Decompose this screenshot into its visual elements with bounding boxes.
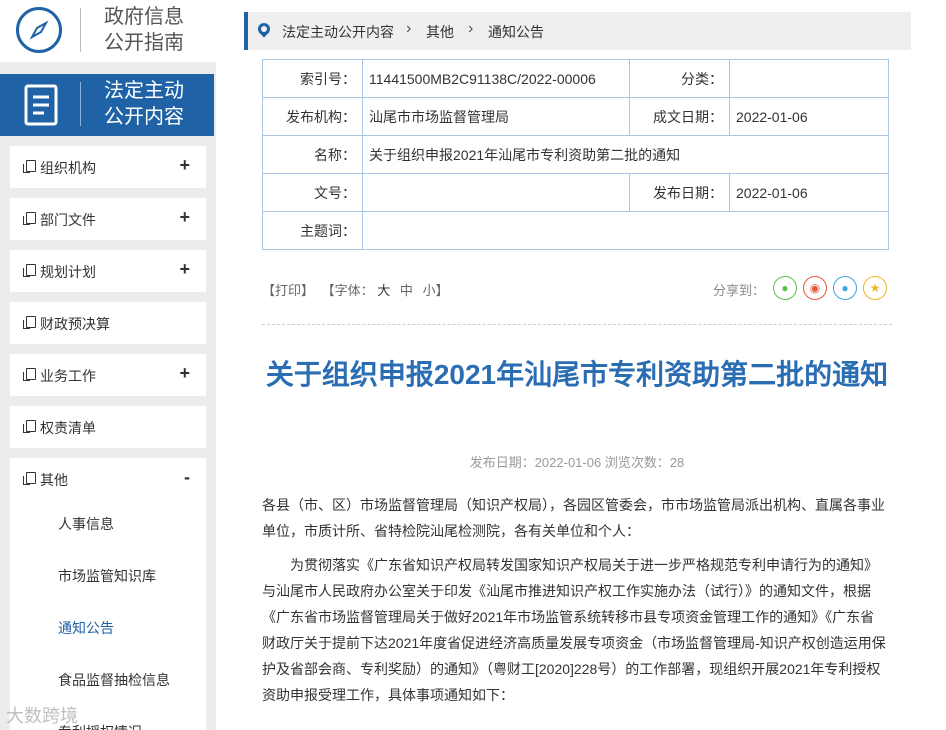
document-icon [24,84,58,126]
expand-icon[interactable]: + [179,155,190,176]
sidebar-item-business[interactable]: 业务工作 + [10,354,206,396]
divider [80,82,81,126]
article-paragraph: 为贯彻落实《广东省知识产权局转发国家知识产权局关于进一步严格规范专利申请行为的通… [262,557,886,703]
wechat-icon[interactable]: ● [773,276,797,300]
breadcrumb: 法定主动公开内容 › 其他 › 通知公告 [244,12,911,50]
chevron-right-icon: › [406,20,412,37]
meta-label: 发布日期： [629,173,730,212]
watermark: 大数跨境 [6,706,78,726]
sidebar-item-rights[interactable]: 权责清单 [10,406,206,448]
meta-label: 分类： [629,59,730,98]
sidebar-item-label: 其他 [40,472,68,488]
page-icon [23,212,36,225]
sidebar-item-label: 组织机构 [40,160,96,176]
guide-title-line1: 政府信息 [104,6,184,28]
article-title: 关于组织申报2021年汕尾市专利资助第二批的通知 [265,359,889,390]
font-size-label: 【字体： [321,283,374,298]
weibo-icon[interactable]: ◉ [803,276,827,300]
guide-title-line2: 公开指南 [104,32,184,54]
collapse-icon[interactable]: - [184,467,190,488]
guide-link[interactable]: 政府信息 公开指南 [0,0,216,62]
sidebar-item-plans[interactable]: 规划计划 + [10,250,206,292]
section-title-line1: 法定主动 [104,80,184,102]
meta-value [362,173,630,212]
meta-label: 发布机构： [262,97,363,136]
meta-label: 名称： [262,135,363,174]
left-sidebar: 政府信息 公开指南 法定主动 公开内容 组织机构 + 部门文件 + 规划计划 +… [0,0,216,730]
meta-value: 2022-01-06 [729,173,889,212]
font-big-link[interactable]: 大 [377,283,390,298]
meta-table: 索引号： 11441500MB2C91138C/2022-00006 分类： 发… [262,59,889,250]
divider [80,8,81,52]
sidebar-item-docs[interactable]: 部门文件 + [10,198,206,240]
sidebar-item-label: 业务工作 [40,368,96,384]
chevron-right-icon: › [468,20,474,37]
breadcrumb-item[interactable]: 法定主动公开内容 [282,22,394,42]
meta-value: 2022-01-06 [729,97,889,136]
meta-value: 关于组织申报2021年汕尾市专利资助第二批的通知 [362,135,889,174]
sub-item-notices[interactable]: 通知公告 [58,618,114,638]
qzone-icon[interactable]: ★ [863,276,887,300]
print-link[interactable]: 【打印】 [262,283,314,298]
sub-item-knowledge[interactable]: 市场监管知识库 [58,566,156,586]
sub-item-food-inspection[interactable]: 食品监督抽检信息 [58,670,170,690]
meta-label: 主题词： [262,211,363,250]
page-icon [23,160,36,173]
sidebar-item-label: 权责清单 [40,420,96,436]
page-icon [23,264,36,277]
font-small-link[interactable]: 小】 [423,283,449,298]
sub-menu: 人事信息 市场监管知识库 通知公告 食品监督抽检信息 专利授权情况 [10,500,206,730]
article-pubinfo: 发布日期：2022-01-06 浏览次数：28 [469,455,685,470]
sidebar-item-budget[interactable]: 财政预决算 [10,302,206,344]
section-title-line2: 公开内容 [104,106,184,128]
expand-icon[interactable]: + [179,207,190,228]
article-tools: 【打印】 【字体： 大 中 小】 [262,280,449,299]
page-icon [23,368,36,381]
meta-label: 成文日期： [629,97,730,136]
page-icon [23,472,36,485]
sidebar-item-other[interactable]: 其他 - [10,458,206,500]
article-paragraph: 各县（市、区）市场监督管理局（知识产权局），各园区管委会，市市场监管局派出机构、… [262,497,885,539]
sidebar-item-label: 财政预决算 [40,316,110,332]
font-mid-link[interactable]: 中 [400,283,413,298]
meta-value: 11441500MB2C91138C/2022-00006 [362,59,630,98]
share-label: 分享到： [713,283,766,298]
divider [262,324,892,325]
breadcrumb-item[interactable]: 通知公告 [488,22,544,42]
qq-icon[interactable]: ● [833,276,857,300]
sub-item-personnel[interactable]: 人事信息 [58,514,114,534]
expand-icon[interactable]: + [179,363,190,384]
page-icon [23,316,36,329]
page-icon [23,420,36,433]
expand-icon[interactable]: + [179,259,190,280]
compass-icon [16,7,62,53]
meta-value [729,59,889,98]
sidebar-item-org[interactable]: 组织机构 + [10,146,206,188]
meta-label: 文号： [262,173,363,212]
location-icon [255,20,273,38]
breadcrumb-item[interactable]: 其他 [426,22,454,42]
sidebar-item-label: 部门文件 [40,212,96,228]
section-header[interactable]: 法定主动 公开内容 [0,74,214,136]
sidebar-item-label: 规划计划 [40,264,96,280]
meta-label: 索引号： [262,59,363,98]
article-body: 各县（市、区）市场监督管理局（知识产权局），各园区管委会，市市场监管局派出机构、… [262,492,887,716]
meta-value: 汕尾市市场监督管理局 [362,97,630,136]
meta-value [362,211,889,250]
